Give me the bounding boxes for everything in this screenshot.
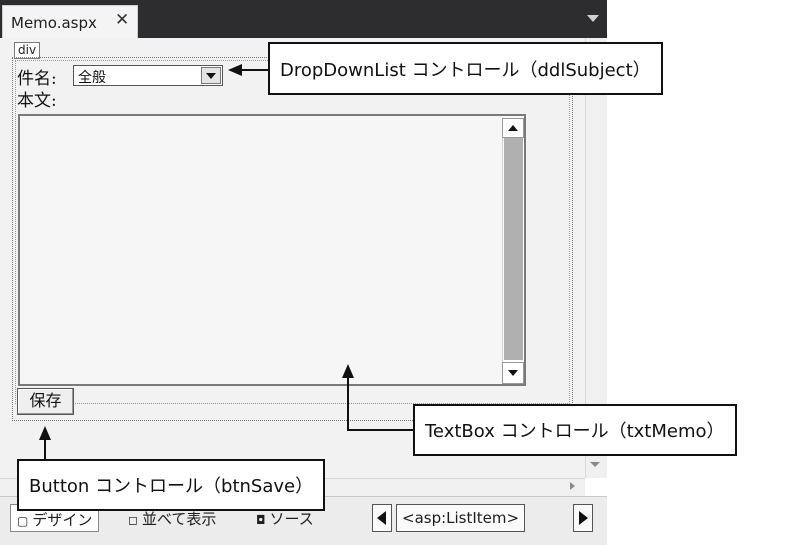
nav-left-icon[interactable] [372,504,392,532]
scroll-down-icon[interactable] [502,362,524,384]
nav-right-icon[interactable] [573,504,593,532]
tab-split-label: 並べて表示 [141,510,217,528]
close-icon[interactable]: ✕ [115,12,129,29]
callout-button: Button コントロール（btnSave） [17,459,326,511]
subject-selected-value: 全般 [78,70,106,86]
callout-button-text: Button コントロール（btnSave） [29,476,314,497]
subject-label: 件名: [17,69,57,89]
callout-dropdownlist: DropDownList コントロール（ddlSubject） [268,42,663,95]
callout-textbox-text: TextBox コントロール（txtMemo） [425,421,725,442]
tab-design-label: デザイン [32,511,93,529]
body-label: 本文: [17,91,57,111]
split-view-icon: ◻ [128,513,138,527]
memo-textbox-scroll-track[interactable] [504,138,523,360]
design-view-icon: ▢ [17,514,29,528]
tab-source-label: ソース [269,510,314,528]
scroll-down-icon[interactable] [590,462,600,467]
callout-textbox: TextBox コントロール（txtMemo） [413,404,737,456]
scroll-right-icon[interactable] [570,482,575,490]
memo-textbox[interactable] [18,114,526,386]
dropdown-arrow-icon[interactable] [201,67,221,84]
document-tab-memo[interactable]: Memo.aspx ✕ [2,5,138,38]
source-view-icon: ◘ [256,513,266,527]
subject-dropdownlist[interactable]: 全般 [73,65,223,86]
save-button[interactable]: 保存 [17,388,74,415]
breadcrumb-tag-selector[interactable]: <asp:ListItem> [396,504,526,532]
document-tab-title: Memo.aspx [11,14,97,32]
tab-list-dropdown-icon[interactable] [587,15,599,22]
scroll-up-icon[interactable] [502,118,524,138]
callout-dropdownlist-text: DropDownList コントロール（ddlSubject） [280,59,651,81]
